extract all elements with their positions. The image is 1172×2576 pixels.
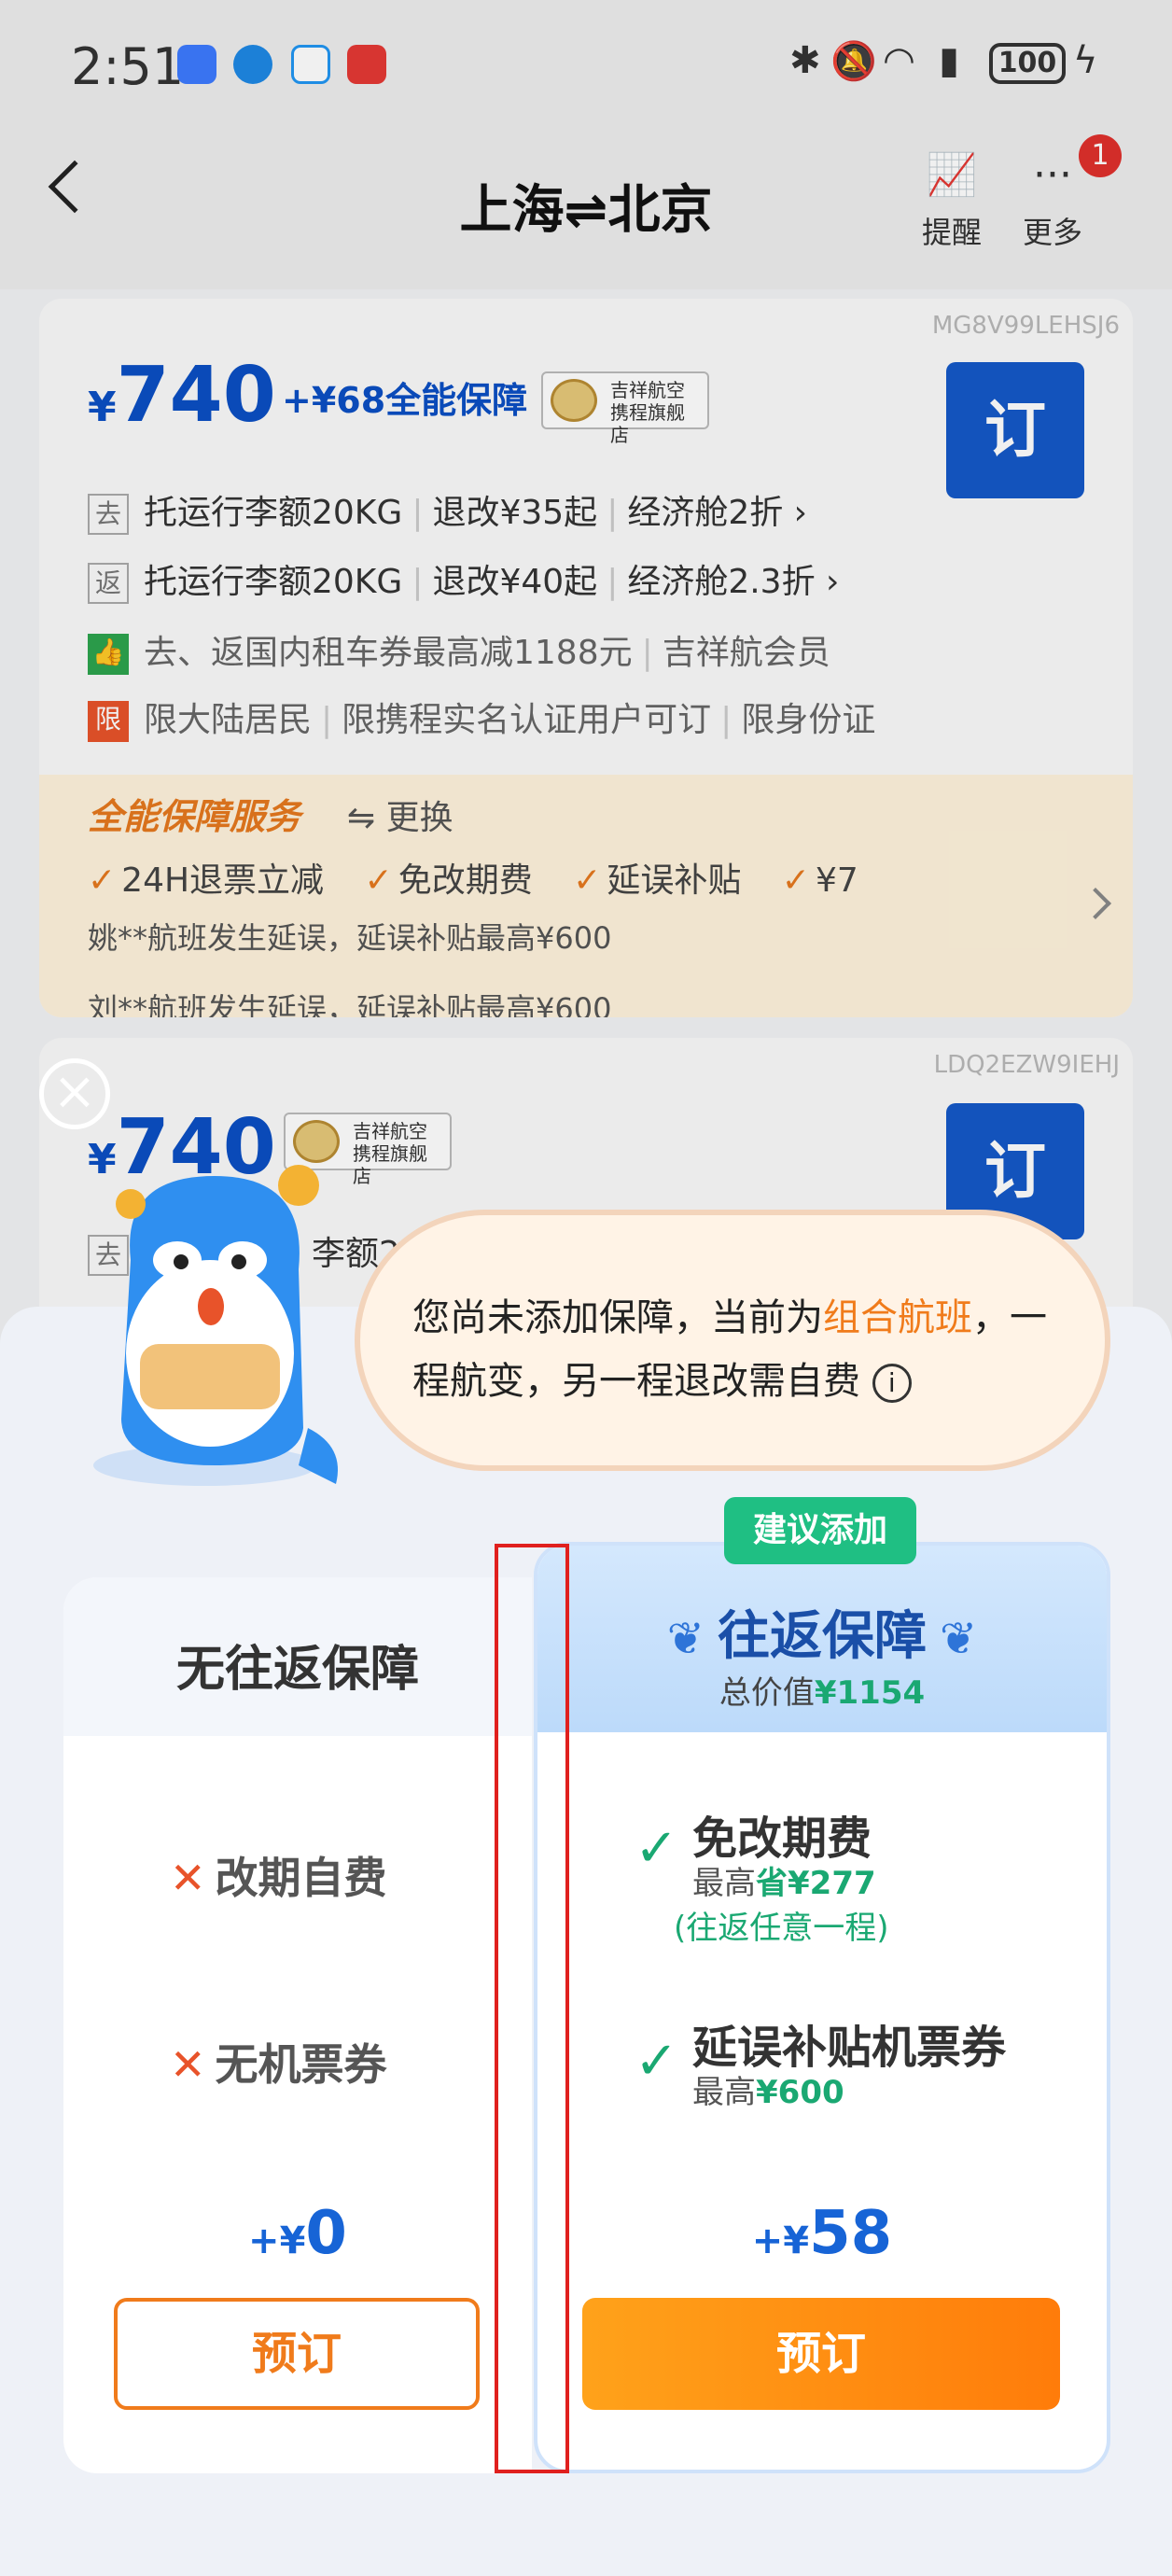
check-icon: ✓	[635, 2031, 678, 2092]
right-option-title: ❦ 往返保障 ❦	[666, 1606, 978, 1667]
book-with-insurance-button[interactable]: 预订	[582, 2298, 1060, 2410]
suggest-badge: 建议添加	[724, 1497, 916, 1564]
left-feature: ✕ 无机票券	[170, 2039, 387, 2090]
warning-bubble: 您尚未添加保障，当前为组合航班，一程航变，另一程退改需自费 i	[355, 1210, 1110, 1471]
check-icon: ✓	[635, 1818, 678, 1879]
mascot-illustration	[93, 1165, 338, 1486]
right-price: +¥58	[751, 2199, 893, 2268]
right-feature-detail: 最高省¥277	[692, 1865, 876, 1902]
combined-flight-link[interactable]: 组合航班	[823, 1296, 972, 1339]
cross-icon: ✕	[170, 2039, 206, 2090]
info-icon[interactable]: i	[872, 1364, 912, 1403]
book-no-insurance-button[interactable]: 预订	[114, 2298, 480, 2410]
left-option-title: 无往返保障	[175, 1642, 419, 1698]
right-option-subtitle: 总价值¥1154	[719, 1674, 926, 1712]
close-icon[interactable]: ×	[39, 1058, 110, 1129]
right-feature-detail: 最高¥600	[692, 2074, 844, 2111]
right-feature-note: (往返任意一程)	[674, 1910, 889, 1947]
cross-icon: ✕	[170, 1853, 206, 1903]
left-price: +¥0	[248, 2199, 347, 2268]
laurel-right-icon: ❦	[940, 1613, 978, 1665]
highlight-box	[495, 1544, 569, 2473]
left-feature: ✕ 改期自费	[170, 1853, 387, 1903]
laurel-left-icon: ❦	[666, 1613, 705, 1665]
